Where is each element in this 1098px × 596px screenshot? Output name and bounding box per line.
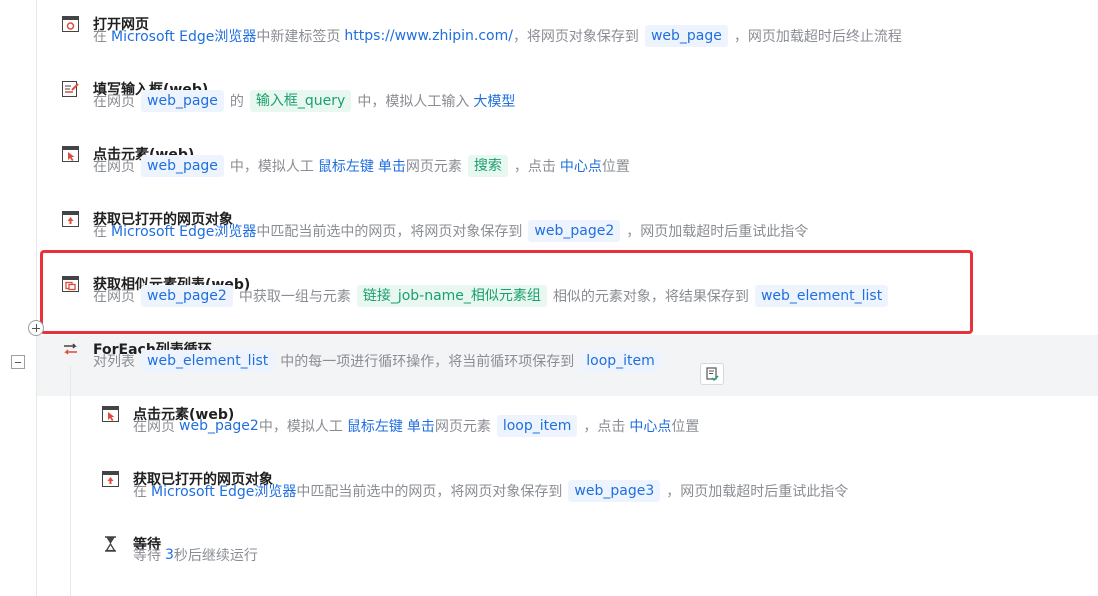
param-value[interactable]: 鼠标左键 (318, 156, 374, 176)
variable-chip[interactable]: web_page (644, 25, 728, 47)
input-fill-icon (62, 81, 79, 97)
highlight-box (40, 250, 973, 334)
loop-guide-line (70, 366, 71, 596)
loop-note-icon[interactable] (700, 363, 724, 385)
browser-get-icon (62, 211, 79, 227)
variable-chip[interactable]: web_page (141, 155, 224, 177)
param-value[interactable]: Microsoft Edge浏览器 (151, 481, 296, 501)
variable-chip[interactable]: web_page3 (568, 480, 661, 502)
desc-text: ，网页加载超时后重试此指令 (626, 224, 809, 240)
desc-text: 网页元素 (434, 419, 491, 435)
desc-text: 位置 (601, 159, 630, 175)
param-value[interactable]: 单击 (378, 156, 406, 176)
step-description: 等待 3 秒后继续运行 (133, 543, 258, 567)
step-description: 对列表 web_element_list 中的每一项进行循环操作，将当前循环项保存到… (93, 349, 667, 373)
element-chip[interactable]: 搜索 (467, 155, 508, 177)
desc-text: 的 (229, 94, 244, 110)
desc-text: ，网页加载超时后重试此指令 (666, 484, 849, 500)
step-description: 在网页 web_page2 中，模拟人工 鼠标左键 单击 网页元素 loop_item ，点击… (133, 414, 699, 438)
add-step-button[interactable] (28, 320, 44, 336)
click-element-icon (102, 406, 119, 422)
browser-open-icon (62, 16, 79, 32)
desc-text: 在网页 (93, 94, 135, 110)
step-description: 在网页 web_page 的输入框_query 中，模拟人工输入 大模型 (93, 89, 515, 113)
step-description: 在 Microsoft Edge浏览器 中新建标签页 https://www.zhip… (93, 24, 902, 48)
desc-text: 网页元素 (405, 159, 462, 175)
element-chip[interactable]: 输入框_query (249, 90, 352, 112)
desc-text: 在网页 (93, 159, 135, 175)
hourglass-icon (102, 536, 119, 552)
desc-text: 等待 (133, 548, 161, 564)
browser-get-icon (102, 471, 119, 487)
step-description: 在 Microsoft Edge浏览器 中匹配当前选中的网页，将网页对象保存到 web… (133, 479, 848, 503)
desc-text: 中，模拟人工 (229, 159, 314, 175)
desc-text: ，将网页对象保存到 (512, 29, 639, 45)
desc-text: 在 (133, 484, 147, 500)
desc-text: 中的每一项进行循环操作，将当前循环项保存到 (280, 354, 575, 370)
desc-text: 中新建标签页 (256, 29, 341, 45)
param-value[interactable]: 中心点 (560, 156, 602, 176)
param-value[interactable]: 鼠标左键 (347, 416, 403, 436)
step-description: 在网页 web_page 中，模拟人工 鼠标左键 单击 网页元素 搜索 ，点击 中心点 位置 (93, 154, 630, 178)
desc-text: 中匹配当前选中的网页，将网页对象保存到 (256, 224, 523, 240)
desc-text: ，点击 (513, 159, 556, 175)
desc-text: ，网页加载超时后终止流程 (733, 29, 902, 45)
tree-guide-line (36, 0, 37, 596)
param-value[interactable]: https://www.zhipin.com/ (344, 28, 513, 44)
variable-chip[interactable]: web_element_list (141, 350, 275, 372)
desc-text: 在网页 (133, 419, 175, 435)
param-value[interactable]: Microsoft Edge浏览器 (111, 26, 256, 46)
desc-text: 中，模拟人工输入 (357, 94, 470, 110)
desc-text: 中匹配当前选中的网页，将网页对象保存到 (296, 484, 563, 500)
variable-chip[interactable]: web_page (141, 90, 224, 112)
param-value[interactable]: web_page2 (179, 418, 259, 434)
param-value[interactable]: 大模型 (473, 91, 515, 111)
variable-chip[interactable]: loop_item (496, 415, 578, 437)
desc-text: 秒后继续运行 (173, 548, 258, 564)
foreach-loop-icon (62, 341, 79, 357)
step-description: 在 Microsoft Edge浏览器 中匹配当前选中的网页，将网页对象保存到 web… (93, 219, 808, 243)
desc-text: 在 (93, 29, 107, 45)
desc-text: 位置 (671, 419, 700, 435)
desc-text: 中，模拟人工 (258, 419, 343, 435)
click-element-icon (62, 146, 79, 162)
collapse-loop-button[interactable] (11, 355, 25, 369)
desc-text: 在 (93, 224, 107, 240)
param-value[interactable]: 单击 (407, 416, 435, 436)
variable-chip[interactable]: loop_item (580, 350, 661, 372)
desc-text: ，点击 (583, 419, 626, 435)
variable-chip[interactable]: web_page2 (528, 220, 621, 242)
param-value[interactable]: 中心点 (629, 416, 671, 436)
param-value[interactable]: 3 (165, 547, 174, 563)
param-value[interactable]: Microsoft Edge浏览器 (111, 221, 256, 241)
desc-text: 对列表 (93, 354, 135, 370)
